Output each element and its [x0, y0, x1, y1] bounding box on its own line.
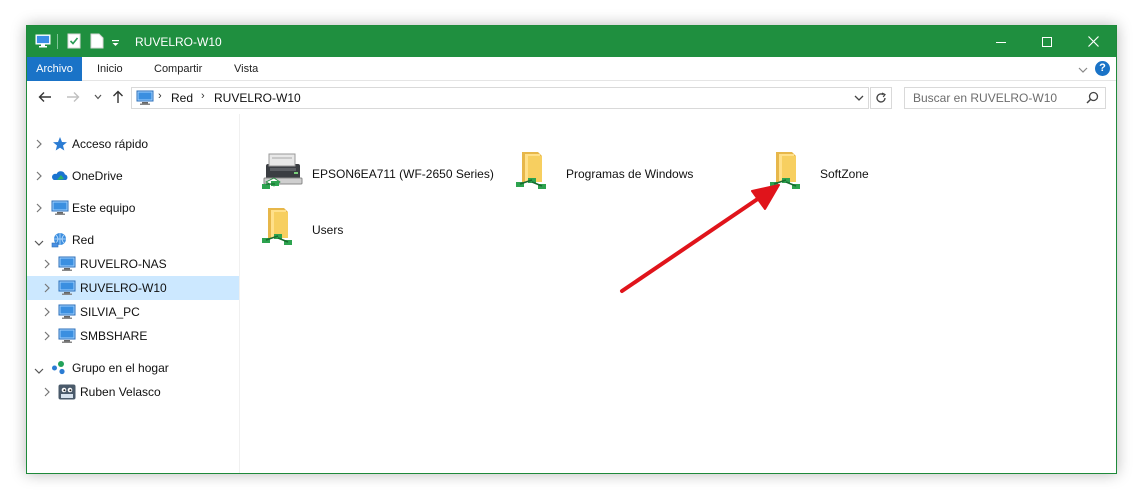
breadcrumb-ruvelro-w10[interactable]: RUVELRO-W10: [214, 91, 301, 105]
title-bar: RUVELRO-W10: [27, 26, 1116, 57]
user-avatar-icon: [58, 384, 76, 403]
sidebar-item-label: Ruben Velasco: [80, 385, 161, 399]
sidebar-item-label: RUVELRO-W10: [80, 281, 167, 295]
sidebar-item-red[interactable]: Red: [27, 228, 239, 252]
sidebar-item-label: Este equipo: [72, 201, 136, 215]
ribbon-tabs: Archivo Inicio Compartir Vista ?: [27, 57, 1116, 81]
shared-folder-icon: [514, 148, 558, 195]
close-button[interactable]: [1070, 26, 1116, 57]
refresh-button[interactable]: [870, 87, 892, 109]
chevron-right-icon[interactable]: [43, 330, 51, 344]
chevron-down-icon[interactable]: [34, 236, 44, 250]
address-bar[interactable]: › Red › RUVELRO-W10: [131, 87, 869, 109]
network-computer-icon: [136, 90, 154, 109]
refresh-icon: [876, 92, 886, 103]
sidebar-item-label: Grupo en el hogar: [72, 361, 169, 375]
expand-ribbon-icon[interactable]: [1078, 63, 1088, 77]
sidebar-item-acceso-rapido[interactable]: Acceso rápido: [27, 132, 239, 156]
chevron-right-icon[interactable]: [43, 258, 51, 272]
help-icon[interactable]: ?: [1095, 61, 1110, 76]
search-input[interactable]: Buscar en RUVELRO-W10: [904, 87, 1106, 109]
tab-archivo[interactable]: Archivo: [27, 57, 82, 81]
sidebar-item-label: SMBSHARE: [80, 329, 148, 343]
explorer-window: RUVELRO-W10 Archivo Inicio Compartir Vis…: [26, 25, 1117, 474]
tab-inicio[interactable]: Inicio: [89, 57, 131, 81]
sidebar-item-smbshare[interactable]: SMBSHARE: [27, 324, 239, 348]
sidebar-item-label: Acceso rápido: [72, 137, 149, 151]
maximize-button[interactable]: [1024, 26, 1070, 57]
list-item-softzone[interactable]: SoftZone: [768, 148, 1018, 200]
sidebar-item-silvia-pc[interactable]: SILVIA_PC: [27, 300, 239, 324]
sidebar-item-label: SILVIA_PC: [80, 305, 140, 319]
chevron-right-icon[interactable]: [35, 138, 43, 152]
chevron-right-icon[interactable]: [43, 282, 51, 296]
sidebar-item-label: Red: [72, 233, 95, 247]
computer-icon: [58, 328, 76, 347]
sidebar-item-ruvelro-nas[interactable]: RUVELRO-NAS: [27, 252, 239, 276]
breadcrumb-chevron-icon[interactable]: ›: [158, 90, 162, 102]
search-icon[interactable]: [1086, 91, 1099, 107]
address-dropdown-icon[interactable]: [854, 92, 864, 106]
properties-icon[interactable]: [67, 33, 81, 52]
printer-icon: [260, 148, 304, 195]
recent-locations-icon[interactable]: [90, 89, 106, 105]
up-button[interactable]: [110, 89, 126, 105]
computer-icon[interactable]: [35, 33, 51, 52]
list-item-programas-de-windows[interactable]: Programas de Windows: [514, 148, 764, 200]
customize-dropdown-icon[interactable]: [111, 37, 120, 51]
sidebar-item-grupo-en-el-hogar[interactable]: Grupo en el hogar: [27, 356, 239, 380]
shared-folder-icon: [260, 204, 304, 251]
sidebar-item-onedrive[interactable]: OneDrive: [27, 164, 239, 188]
computer-icon: [58, 304, 76, 323]
item-label: SoftZone: [820, 167, 869, 181]
breadcrumb-red[interactable]: Red: [171, 91, 193, 105]
shared-folder-icon: [768, 148, 812, 195]
tab-vista[interactable]: Vista: [226, 57, 266, 81]
sidebar-item-este-equipo[interactable]: Este equipo: [27, 196, 239, 220]
item-label: Programas de Windows: [566, 167, 694, 181]
item-label: Users: [312, 223, 344, 237]
sidebar-item-ruvelro-w10[interactable]: RUVELRO-W10: [27, 276, 239, 300]
sidebar-item-label: RUVELRO-NAS: [80, 257, 167, 271]
sidebar-item-label: OneDrive: [72, 169, 123, 183]
list-item-users[interactable]: Users: [260, 204, 510, 256]
network-icon: [51, 232, 69, 251]
content-area: EPSON6EA711 (WF-2650 Series) Programas d…: [240, 114, 1116, 473]
breadcrumb-chevron-icon[interactable]: ›: [201, 90, 205, 102]
sidebar-item-ruben-velasco[interactable]: Ruben Velasco: [27, 380, 239, 404]
forward-button[interactable]: [65, 89, 81, 105]
address-row: › Red › RUVELRO-W10 Buscar en RUVELRO-W1…: [27, 81, 1116, 114]
item-label: EPSON6EA711 (WF-2650 Series): [312, 167, 494, 181]
list-item-printer[interactable]: EPSON6EA711 (WF-2650 Series): [260, 148, 510, 200]
onedrive-icon: [51, 168, 69, 187]
search-placeholder: Buscar en RUVELRO-W10: [913, 91, 1058, 105]
navigation-pane: Acceso rápido OneDrive Este equipo Red R…: [27, 114, 239, 473]
chevron-right-icon[interactable]: [43, 386, 51, 400]
chevron-down-icon[interactable]: [34, 364, 44, 378]
minimize-button[interactable]: [978, 26, 1024, 57]
star-icon: [52, 136, 68, 155]
computer-icon: [51, 200, 69, 219]
window-title: RUVELRO-W10: [135, 35, 222, 49]
back-button[interactable]: [37, 89, 53, 105]
computer-icon: [58, 280, 76, 299]
chevron-right-icon[interactable]: [35, 202, 43, 216]
tab-compartir[interactable]: Compartir: [146, 57, 210, 81]
new-folder-icon[interactable]: [90, 33, 104, 52]
chevron-right-icon[interactable]: [35, 170, 43, 184]
computer-icon: [58, 256, 76, 275]
chevron-right-icon[interactable]: [43, 306, 51, 320]
homegroup-icon: [51, 360, 69, 379]
